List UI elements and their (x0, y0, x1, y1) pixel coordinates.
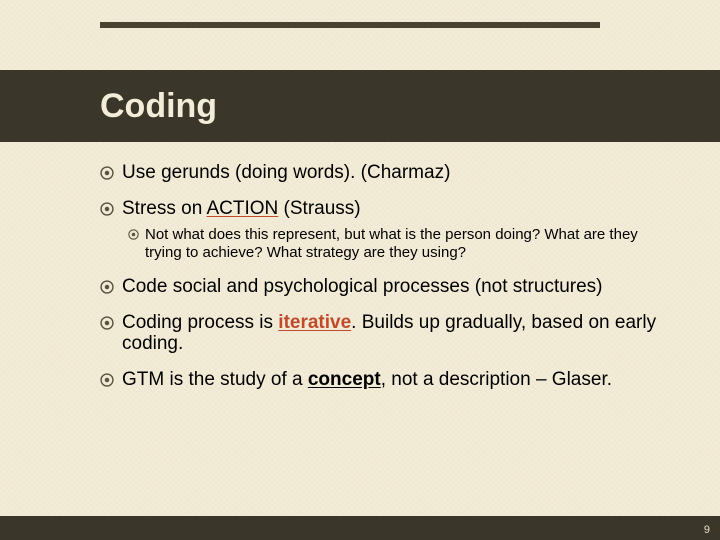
slide-content: Use gerunds (doing words). (Charmaz) Str… (100, 150, 660, 391)
list-item: GTM is the study of a concept, not a des… (100, 369, 660, 391)
bottom-bar: 9 (0, 516, 720, 540)
slide-title: Coding (100, 87, 217, 126)
list-item: Code social and psychological processes … (100, 276, 660, 298)
bullet-text: Coding process is iterative. Builds up g… (122, 312, 660, 356)
decorative-top-strip (100, 22, 600, 28)
page-number: 9 (704, 524, 710, 536)
list-sub-item: Not what does this represent, but what i… (128, 226, 660, 262)
list-item: Use gerunds (doing words). (Charmaz) (100, 162, 660, 184)
list-item: Stress on ACTION (Strauss) (100, 198, 660, 220)
bullet-text: GTM is the study of a concept, not a des… (122, 369, 612, 391)
bullet-dot-icon (100, 373, 114, 387)
bullet-sub-text: Not what does this represent, but what i… (145, 226, 660, 262)
bullet-dot-icon (100, 202, 114, 216)
title-band: Coding (0, 70, 720, 142)
bullet-text: Use gerunds (doing words). (Charmaz) (122, 162, 450, 184)
bullet-dot-icon (128, 229, 139, 240)
bullet-dot-icon (100, 166, 114, 180)
bullet-text: Stress on ACTION (Strauss) (122, 198, 361, 220)
bullet-text: Code social and psychological processes … (122, 276, 603, 298)
bullet-dot-icon (100, 316, 114, 330)
bullet-dot-icon (100, 280, 114, 294)
list-item: Coding process is iterative. Builds up g… (100, 312, 660, 356)
